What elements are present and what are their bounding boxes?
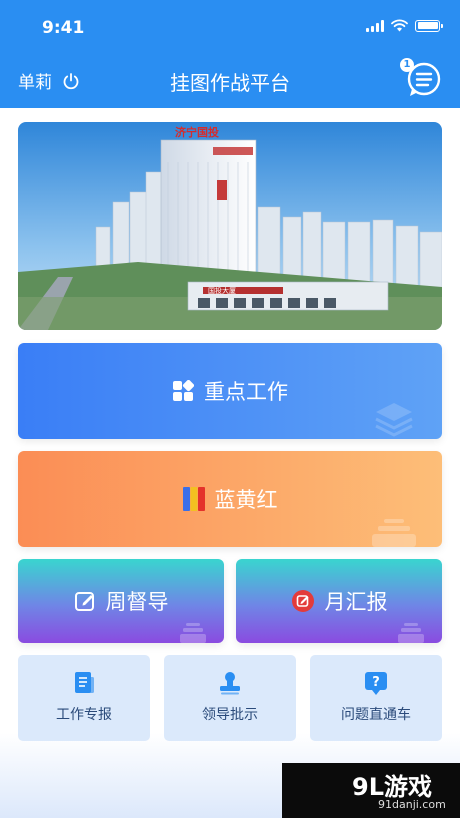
apps-icon: [173, 380, 194, 401]
banner-sign: 济宁国投: [175, 125, 219, 139]
report-edit-icon: [291, 590, 314, 612]
stack-icon: [372, 519, 416, 547]
key-work-label: 重点工作: [204, 380, 288, 404]
tricolor-flag-icon: [182, 487, 205, 511]
message-badge: 1: [400, 58, 414, 72]
monthly-report-label: 月汇报: [324, 590, 388, 614]
stack-icon: [398, 623, 424, 643]
layers-icon: [375, 403, 413, 437]
building-sign: 国投大厦: [208, 286, 236, 295]
key-work-card[interactable]: 重点工作: [18, 343, 442, 439]
blue-yellow-red-card[interactable]: 蓝黄红: [18, 451, 442, 547]
shortcut-label: 领导批示: [202, 707, 258, 723]
signal-icon: [366, 19, 384, 32]
stack-icon: [180, 623, 206, 643]
weekly-supervision-card[interactable]: 周督导: [18, 559, 224, 643]
building-illustration: 济宁国投 国投大厦: [18, 122, 442, 330]
shortcut-issue-express[interactable]: ? 问题直通车: [310, 655, 442, 741]
svg-text:?: ?: [372, 675, 380, 690]
shortcut-label: 工作专报: [56, 707, 112, 723]
weekly-supervision-label: 周督导: [105, 590, 169, 614]
message-button[interactable]: 1: [400, 58, 442, 98]
site-watermark: 9L游戏 91danji.com: [282, 763, 460, 818]
question-icon: ?: [365, 672, 387, 695]
app-header: 9:41 单莉 挂图作战平台 1: [0, 0, 460, 108]
blue-yellow-red-label: 蓝黄红: [214, 488, 278, 512]
status-time: 9:41: [42, 18, 85, 38]
status-icons: [366, 19, 443, 32]
battery-icon: [415, 19, 443, 32]
document-icon: [75, 672, 94, 693]
watermark-main: 9L游戏: [352, 773, 432, 801]
watermark-sub: 91danji.com: [378, 798, 446, 811]
edit-icon: [74, 592, 94, 611]
shortcut-work-report[interactable]: 工作专报: [18, 655, 150, 741]
shortcut-label: 问题直通车: [341, 707, 411, 723]
shortcut-leader-instructions[interactable]: 领导批示: [164, 655, 296, 741]
app-title: 挂图作战平台: [170, 71, 290, 95]
stamp-icon: [220, 672, 240, 695]
banner-image: 济宁国投 国投大厦: [18, 122, 442, 330]
main-content: 济宁国投 国投大厦 重点工作 蓝黄红 周督导 月汇报 工作专报 领导批示 ? 问…: [0, 108, 460, 818]
wifi-icon: [391, 19, 408, 32]
monthly-report-card[interactable]: 月汇报: [236, 559, 442, 643]
